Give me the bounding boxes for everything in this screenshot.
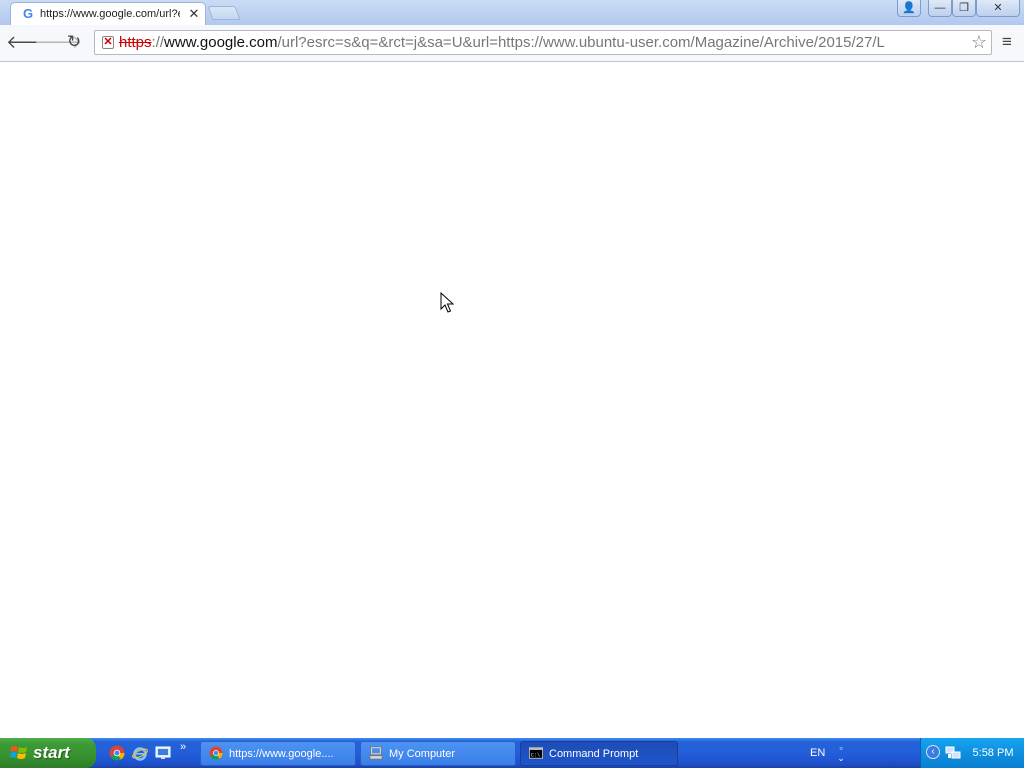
taskbar-item-command-prompt[interactable]: C:\ Command Prompt: [520, 741, 678, 766]
taskbar-item-label: Command Prompt: [549, 748, 639, 760]
address-bar[interactable]: ✕ https://www.google.com/url?esrc=s&q=&r…: [94, 30, 992, 55]
taskbar-item-label: https://www.google....: [229, 748, 334, 760]
taskbar-item-my-computer[interactable]: My Computer: [360, 741, 516, 766]
windows-logo-icon: [10, 746, 27, 759]
browser-tab-strip: G https://www.google.com/url?esrc=s&q=&r…: [0, 0, 1024, 26]
system-tray: ‹ 5:58 PM: [920, 738, 1024, 768]
tray-expand-icon[interactable]: ‹: [926, 745, 940, 759]
chrome-icon[interactable]: [109, 745, 125, 761]
browser-toolbar: 🡐 🡒 ↻ ✕ https://www.google.com/url?esrc=…: [0, 25, 1024, 62]
page-content[interactable]: [0, 62, 1024, 738]
restore-button[interactable]: ❐: [952, 0, 976, 17]
forward-arrow-icon[interactable]: 🡒: [34, 31, 82, 53]
url-host: www.google.com: [164, 34, 278, 51]
svg-text:C:\: C:\: [531, 753, 540, 759]
start-label: start: [33, 743, 70, 762]
network-connection-icon[interactable]: [945, 745, 961, 761]
back-arrow-icon[interactable]: 🡐: [6, 31, 54, 53]
url-separator: ://: [151, 34, 165, 51]
tab-google-redirect[interactable]: G https://www.google.com/url?esrc=s&q=&r…: [10, 2, 206, 25]
taskbar-item-label: My Computer: [389, 748, 456, 760]
hamburger-menu-icon[interactable]: ≡: [998, 32, 1016, 52]
insecure-lock-icon[interactable]: ✕: [102, 36, 114, 49]
command-prompt-icon: C:\: [529, 747, 543, 759]
url-path: /url?esrc=s&q=&rct=j&sa=U&url=https://ww…: [277, 34, 885, 51]
new-tab-button[interactable]: [207, 6, 241, 20]
minimize-button[interactable]: —: [928, 0, 952, 17]
close-window-button[interactable]: ✕: [976, 0, 1020, 17]
url-text[interactable]: https://www.google.com/url?esrc=s&q=&rct…: [119, 34, 959, 52]
url-scheme: https: [119, 34, 152, 51]
my-computer-icon: [369, 746, 383, 760]
tab-title: https://www.google.com/url?esrc=s&q=&rct…: [40, 8, 180, 20]
windows-taskbar: start » https://www.google.... My Comput…: [0, 738, 1024, 768]
google-favicon-icon: G: [23, 6, 34, 21]
profile-icon[interactable]: 👤: [897, 0, 921, 17]
reload-icon[interactable]: ↻: [63, 31, 85, 53]
mouse-cursor-icon: [440, 292, 454, 313]
show-desktop-icon[interactable]: [155, 745, 171, 761]
internet-explorer-icon[interactable]: [132, 745, 148, 761]
taskbar-item-chrome[interactable]: https://www.google....: [200, 741, 356, 766]
language-options-icon[interactable]: ▫ ⌄: [835, 743, 847, 763]
chrome-icon: [209, 746, 223, 760]
tab-close-icon[interactable]: ✕: [187, 6, 201, 21]
taskbar-clock[interactable]: 5:58 PM: [967, 745, 1019, 761]
star-icon[interactable]: ☆: [969, 32, 989, 53]
language-indicator[interactable]: EN: [810, 745, 828, 761]
start-button[interactable]: start: [0, 738, 96, 768]
quick-launch-more-icon[interactable]: »: [180, 740, 192, 754]
